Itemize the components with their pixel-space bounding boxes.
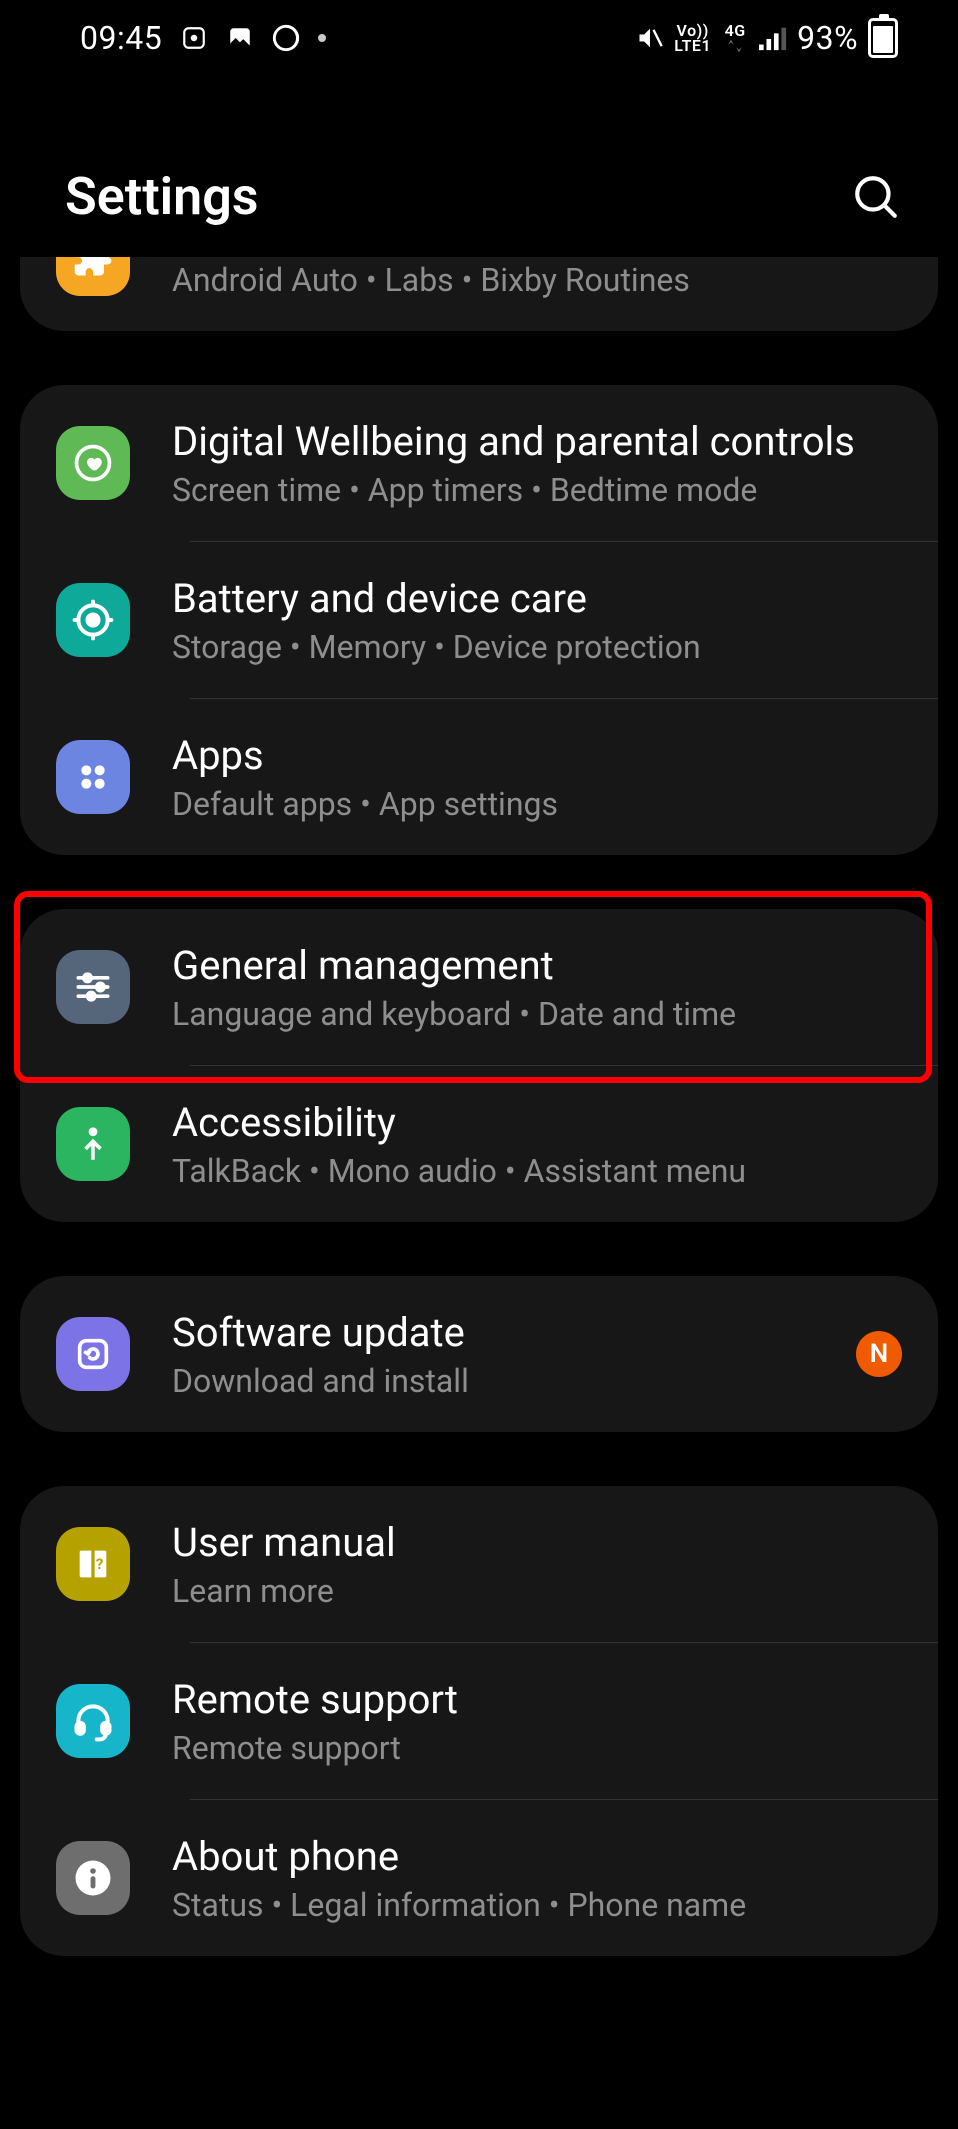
status-right: Vo)) LTE1 4G 93% <box>636 18 898 58</box>
row-subtitle: TalkBack • Mono audio • Assistant menu <box>172 1152 902 1190</box>
settings-row-remote[interactable]: Remote support Remote support <box>20 1643 938 1799</box>
settings-list[interactable]: Advanced featuresAndroid Auto • Labs • B… <box>0 257 958 2050</box>
row-texts: About phone Status • Legal information • … <box>172 1832 902 1924</box>
care-icon <box>56 583 130 657</box>
row-subtitle: Download and install <box>172 1362 836 1400</box>
row-title: About phone <box>172 1832 902 1882</box>
more-notifications-dot <box>318 34 326 42</box>
settings-group: Advanced featuresAndroid Auto • Labs • B… <box>20 257 938 331</box>
row-texts: Battery and device care Storage • Memory … <box>172 574 902 666</box>
row-title: Apps <box>172 731 902 781</box>
settings-row-accessibility[interactable]: Accessibility TalkBack • Mono audio • Ass… <box>20 1066 938 1222</box>
row-title: Software update <box>172 1308 836 1358</box>
page-title: Settings <box>65 166 259 227</box>
signal-icon <box>759 24 787 52</box>
search-button[interactable] <box>849 170 903 224</box>
row-title: Remote support <box>172 1675 902 1725</box>
row-subtitle: Default apps • App settings <box>172 785 902 823</box>
row-subtitle: Language and keyboard • Date and time <box>172 995 902 1033</box>
lte-label: LTE1 <box>674 38 711 53</box>
row-texts: General management Language and keyboard … <box>172 941 902 1033</box>
settings-group: Digital Wellbeing and parental controls S… <box>20 385 938 855</box>
update-icon <box>56 1317 130 1391</box>
gallery-icon <box>226 24 254 52</box>
sliders-icon <box>56 950 130 1024</box>
svg-text:?: ? <box>96 1555 103 1573</box>
row-subtitle: Storage • Memory • Device protection <box>172 628 902 666</box>
row-texts: Remote support Remote support <box>172 1675 902 1767</box>
row-texts: User manual Learn more <box>172 1518 902 1610</box>
row-texts: Accessibility TalkBack • Mono audio • Ass… <box>172 1098 902 1190</box>
settings-row-wellbeing[interactable]: Digital Wellbeing and parental controls S… <box>20 385 938 541</box>
notification-badge: N <box>856 1331 902 1377</box>
data-arrows-icon <box>721 38 749 54</box>
settings-group: Software update Download and install N <box>20 1276 938 1432</box>
row-texts: Software update Download and install <box>172 1308 836 1400</box>
row-texts: Digital Wellbeing and parental controls S… <box>172 417 902 509</box>
search-icon <box>851 172 901 222</box>
status-left: 09:45 <box>80 19 326 57</box>
settings-row-manual[interactable]: ? User manual Learn more <box>20 1486 938 1642</box>
info-icon <box>56 1841 130 1915</box>
status-bar: 09:45 Vo)) LTE1 4G 93% <box>0 0 958 76</box>
mute-icon <box>636 24 664 52</box>
settings-row-update[interactable]: Software update Download and install N <box>20 1276 938 1432</box>
row-subtitle: Learn more <box>172 1572 902 1610</box>
apps-icon <box>56 740 130 814</box>
row-title: Accessibility <box>172 1098 902 1148</box>
row-title: Battery and device care <box>172 574 902 624</box>
row-title: User manual <box>172 1518 902 1568</box>
settings-row-advanced[interactable]: Advanced featuresAndroid Auto • Labs • B… <box>20 257 938 331</box>
puzzle-icon <box>56 257 130 296</box>
settings-row-about[interactable]: About phone Status • Legal information • … <box>20 1800 938 1956</box>
header: Settings <box>0 76 958 257</box>
row-texts: Apps Default apps • App settings <box>172 731 902 823</box>
heart-target-icon <box>56 426 130 500</box>
book-icon: ? <box>56 1527 130 1601</box>
settings-row-apps[interactable]: Apps Default apps • App settings <box>20 699 938 855</box>
row-texts: Advanced featuresAndroid Auto • Labs • B… <box>172 257 902 299</box>
settings-group: General management Language and keyboard … <box>20 909 938 1222</box>
row-subtitle: Android Auto • Labs • Bixby Routines <box>172 261 902 299</box>
row-title: General management <box>172 941 902 991</box>
settings-group: ?User manualLearn moreRemote supportRemo… <box>20 1486 938 1956</box>
progress-icon <box>272 24 300 52</box>
headset-icon <box>56 1684 130 1758</box>
settings-row-battery[interactable]: Battery and device care Storage • Memory … <box>20 542 938 698</box>
row-title: Digital Wellbeing and parental controls <box>172 417 902 467</box>
battery-icon <box>868 18 898 58</box>
battery-percent: 93% <box>797 19 858 57</box>
status-time: 09:45 <box>80 19 162 57</box>
row-subtitle: Status • Legal information • Phone name <box>172 1886 902 1924</box>
notif-icon-1 <box>180 24 208 52</box>
row-subtitle: Screen time • App timers • Bedtime mode <box>172 471 902 509</box>
settings-row-general[interactable]: General management Language and keyboard … <box>20 909 938 1065</box>
person-icon <box>56 1107 130 1181</box>
net-4g: 4G <box>725 23 746 38</box>
row-subtitle: Remote support <box>172 1729 902 1767</box>
